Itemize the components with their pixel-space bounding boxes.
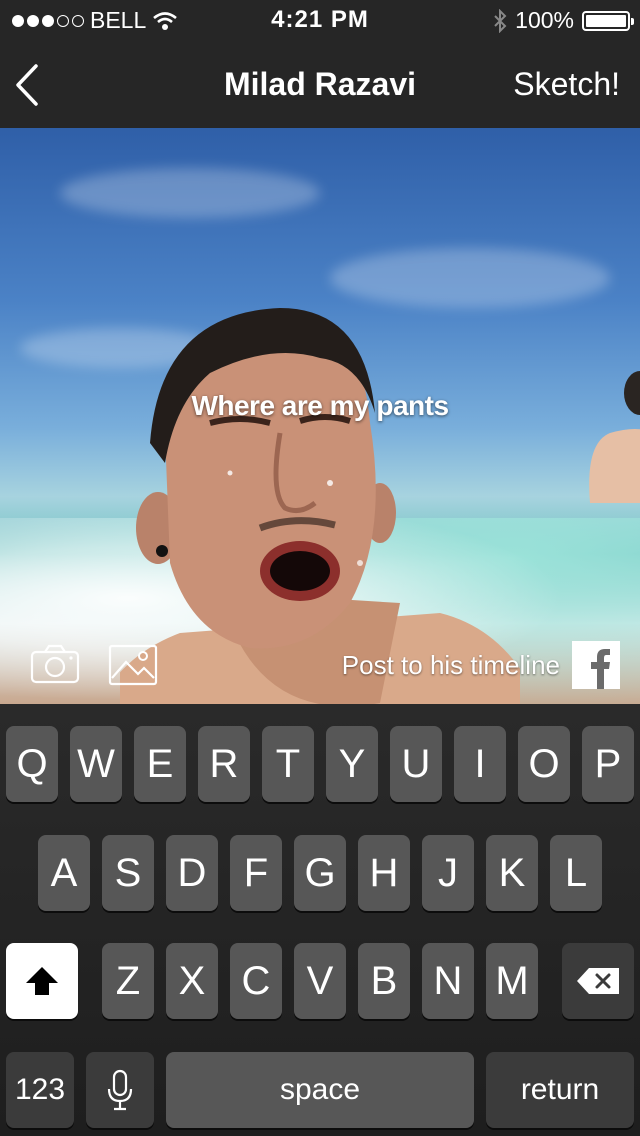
key-s[interactable]: S <box>102 835 154 911</box>
key-l[interactable]: L <box>550 835 602 911</box>
microphone-icon <box>107 1069 133 1111</box>
key-q[interactable]: Q <box>6 726 58 802</box>
background-swimmer <box>589 371 640 503</box>
delete-key[interactable] <box>562 943 634 1019</box>
key-b[interactable]: B <box>358 943 410 1019</box>
key-v[interactable]: V <box>294 943 346 1019</box>
key-h[interactable]: H <box>358 835 410 911</box>
image-icon[interactable] <box>108 644 158 686</box>
key-w[interactable]: W <box>70 726 122 802</box>
key-u[interactable]: U <box>390 726 442 802</box>
key-c[interactable]: C <box>230 943 282 1019</box>
status-right: 100% <box>493 7 634 34</box>
key-k[interactable]: K <box>486 835 538 911</box>
photo-caption[interactable]: Where are my pants <box>0 390 640 422</box>
dictation-key[interactable] <box>86 1052 154 1128</box>
key-i[interactable]: I <box>454 726 506 802</box>
key-y[interactable]: Y <box>326 726 378 802</box>
key-d[interactable]: D <box>166 835 218 911</box>
shift-icon <box>26 967 58 995</box>
key-p[interactable]: P <box>582 726 634 802</box>
photo-canvas[interactable]: Where are my pants Post to his timeline <box>0 128 640 704</box>
numbers-key[interactable]: 123 <box>6 1052 74 1128</box>
key-g[interactable]: G <box>294 835 346 911</box>
key-x[interactable]: X <box>166 943 218 1019</box>
person-photo <box>120 308 520 704</box>
key-o[interactable]: O <box>518 726 570 802</box>
key-f[interactable]: F <box>230 835 282 911</box>
battery-percent: 100% <box>515 7 574 33</box>
key-t[interactable]: T <box>262 726 314 802</box>
post-to-timeline-label[interactable]: Post to his timeline <box>342 650 560 681</box>
battery-icon <box>582 10 634 31</box>
return-key[interactable]: return <box>486 1052 634 1128</box>
camera-icon[interactable] <box>30 644 80 684</box>
delete-icon <box>577 968 619 994</box>
key-a[interactable]: A <box>38 835 90 911</box>
key-z[interactable]: Z <box>102 943 154 1019</box>
shift-key[interactable] <box>6 943 78 1019</box>
key-j[interactable]: J <box>422 835 474 911</box>
facebook-icon[interactable] <box>572 641 620 689</box>
key-m[interactable]: M <box>486 943 538 1019</box>
navigation-bar: Milad Razavi Sketch! <box>0 40 640 128</box>
space-key[interactable]: space <box>166 1052 474 1128</box>
key-e[interactable]: E <box>134 726 186 802</box>
bluetooth-icon <box>494 8 507 33</box>
key-r[interactable]: R <box>198 726 250 802</box>
keyboard: Q W E R T Y U I O P A S D F G H J K L Z … <box>0 704 640 1136</box>
status-bar: BELL 4:21 PM 100% <box>0 0 640 40</box>
sketch-button[interactable]: Sketch! <box>513 66 620 103</box>
key-n[interactable]: N <box>422 943 474 1019</box>
